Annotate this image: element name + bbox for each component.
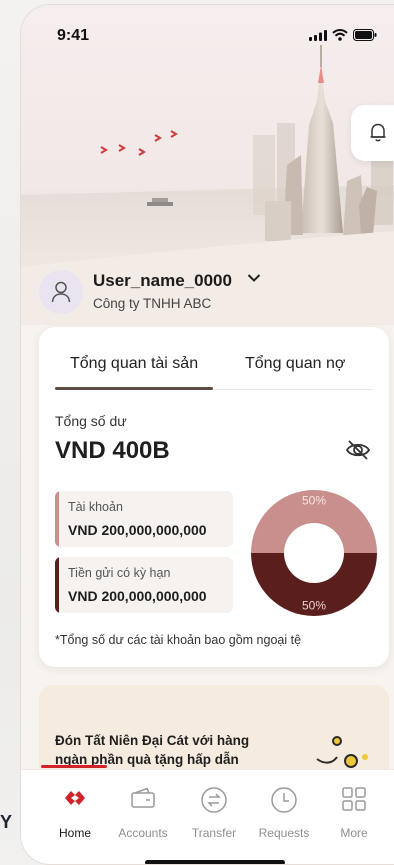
status-time: 9:41 [57, 27, 90, 44]
clock-icon [271, 787, 297, 813]
balance-footnote: *Tổng số dư các tài khoản bao gồm ngoại … [55, 633, 302, 647]
wallet-icon [131, 787, 155, 808]
nav-accounts-label: Accounts [118, 826, 168, 840]
eye-off-icon [345, 440, 371, 460]
notification-button[interactable] [351, 105, 394, 161]
nav-home-label: Home [58, 826, 91, 840]
term-deposit-balance-item[interactable]: Tiền gửi có kỳ hạn VND 200,000,000,000 [55, 557, 233, 613]
nav-requests[interactable]: Requests [249, 780, 319, 850]
nav-home[interactable]: Home [40, 780, 110, 850]
balance-donut-chart: 50% 50% [251, 490, 377, 616]
nav-requests-label: Requests [258, 826, 310, 840]
home-logo-icon [65, 791, 85, 805]
username: User_name_0000 [93, 271, 232, 290]
chevron-down-icon[interactable] [247, 273, 261, 283]
status-bar: 9:41 [21, 23, 394, 47]
overview-card: Tổng quan tài sản Tổng quan nợ Tổng số d… [39, 327, 389, 667]
promo-text: Đón Tất Niên Đại Cát với hàng ngàn phần … [55, 733, 250, 767]
account-color-bar [55, 491, 59, 547]
account-balance-item[interactable]: Tài khoản VND 200,000,000,000 [55, 491, 233, 547]
signal-icon [309, 29, 327, 41]
total-balance-label: Tổng số dư [55, 413, 127, 429]
term-deposit-color-bar [55, 557, 59, 613]
wifi-icon [332, 29, 348, 41]
phone-screen: 9:41 User_name_0000 Công ty TNHH ABC Tổn… [20, 4, 394, 865]
nav-transfer-label: Transfer [191, 826, 237, 840]
account-value: VND 200,000,000,000 [68, 522, 207, 538]
avatar [39, 270, 83, 314]
active-tab-indicator [55, 387, 213, 390]
company-name: Công ty TNHH ABC [93, 296, 212, 311]
nav-transfer[interactable]: Transfer [179, 780, 249, 850]
grid-icon [342, 787, 366, 811]
user-switcher[interactable]: User_name_0000 Công ty TNHH ABC [39, 267, 369, 317]
bell-icon [370, 123, 386, 142]
promo-accent-underline [41, 765, 107, 768]
donut-slice-label-0: 50% [302, 494, 326, 508]
battery-icon [353, 29, 377, 41]
tab-debt-overview[interactable]: Tổng quan nợ [245, 355, 345, 373]
nav-accounts[interactable]: Accounts [108, 780, 178, 850]
home-indicator [145, 860, 285, 864]
backdrop-edge-letter: Y [0, 812, 13, 832]
status-icons [309, 29, 377, 41]
total-balance-value: VND 400B [55, 437, 170, 464]
gift-illustration-icon [316, 736, 368, 768]
tab-assets-overview[interactable]: Tổng quan tài sản [70, 355, 198, 373]
hide-balance-button[interactable] [343, 435, 373, 465]
account-label: Tài khoản [68, 500, 123, 514]
bottom-tab-bar: Home Accounts Transfer Requests More [21, 769, 394, 864]
term-deposit-label: Tiền gửi có kỳ hạn [68, 566, 171, 580]
nav-more-label: More [340, 826, 368, 840]
user-icon [51, 281, 71, 303]
donut-slice-label-1: 50% [302, 599, 326, 613]
nav-more[interactable]: More [319, 780, 389, 850]
transfer-icon [201, 787, 227, 813]
term-deposit-value: VND 200,000,000,000 [68, 588, 207, 604]
